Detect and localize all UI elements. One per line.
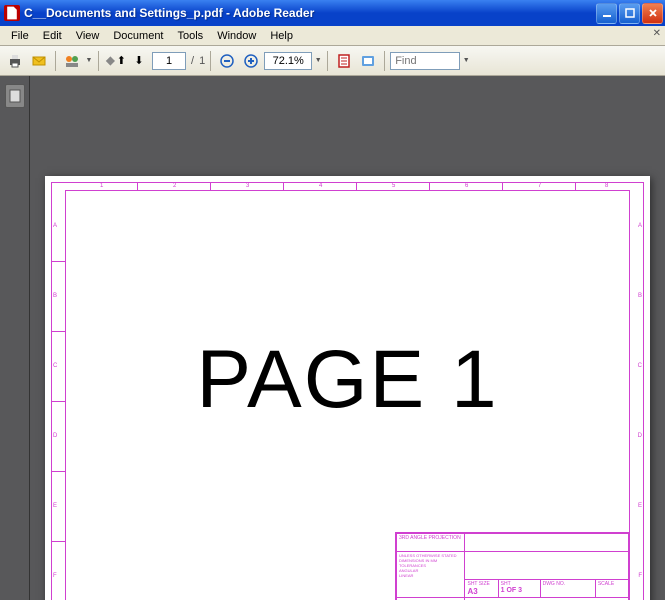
ruler-mark <box>502 182 503 190</box>
ruler-tick: F <box>638 573 642 579</box>
ruler-tick: 8 <box>605 183 608 189</box>
document-viewport[interactable]: PAGE 1 1 2 3 4 5 6 7 8 1 2 3 4 5 A B C D… <box>30 76 665 600</box>
ruler-mark <box>51 331 65 332</box>
ruler-tick: A <box>638 223 642 229</box>
ruler-tick: 6 <box>465 183 468 189</box>
page-separator: / <box>191 55 194 67</box>
ruler-tick: F <box>53 573 57 579</box>
minimize-button[interactable] <box>596 3 617 24</box>
ruler-mark <box>51 261 65 262</box>
reading-mode-button[interactable] <box>357 50 379 72</box>
ruler-mark <box>356 182 357 190</box>
ruler-tick: 2 <box>173 183 176 189</box>
menu-bar: File Edit View Document Tools Window Hel… <box>0 26 665 46</box>
window-title: C__Documents and Settings_p.pdf - Adobe … <box>24 6 596 20</box>
collab-dropdown-icon[interactable]: ▼ <box>85 57 93 64</box>
projection-cell: 3RD ANGLE PROJECTION <box>397 534 465 552</box>
menu-file[interactable]: File <box>4 28 36 44</box>
ruler-tick: 1 <box>100 183 103 189</box>
ruler-tick: 5 <box>392 183 395 189</box>
ruler-tick: E <box>638 503 642 509</box>
ruler-tick: C <box>638 363 642 369</box>
ruler-tick: A <box>53 223 57 229</box>
menu-edit[interactable]: Edit <box>36 28 69 44</box>
menu-tools[interactable]: Tools <box>171 28 211 44</box>
ruler-mark <box>283 182 284 190</box>
collab-button[interactable] <box>61 50 83 72</box>
toolbar: ▼ ⬆ ⬇ / 1 ▼ ▼ <box>0 46 665 76</box>
zoom-in-button[interactable] <box>240 50 262 72</box>
window-titlebar: C__Documents and Settings_p.pdf - Adobe … <box>0 0 665 26</box>
page-icon <box>9 89 21 103</box>
toolbar-separator <box>384 51 385 71</box>
zoom-input[interactable] <box>264 52 312 70</box>
nav-sidebar <box>0 76 30 600</box>
ruler-tick: 4 <box>319 183 322 189</box>
pdf-page: PAGE 1 1 2 3 4 5 6 7 8 1 2 3 4 5 A B C D… <box>45 176 650 600</box>
doc-close-icon[interactable]: ✕ <box>653 28 661 39</box>
menu-window[interactable]: Window <box>210 28 263 44</box>
page-number-input[interactable] <box>152 52 186 70</box>
find-dropdown-icon[interactable]: ▼ <box>462 57 470 64</box>
ruler-tick: B <box>638 293 642 299</box>
ruler-mark <box>51 471 65 472</box>
prev-page-button[interactable]: ⬆ <box>104 50 126 72</box>
app-icon <box>4 5 20 21</box>
page-heading-text: PAGE 1 <box>196 333 498 427</box>
menu-help[interactable]: Help <box>263 28 300 44</box>
ruler-mark <box>429 182 430 190</box>
drawing-title-block: 3RD ANGLE PROJECTION UNLESS OTHERWISE ST… <box>395 532 630 600</box>
ruler-tick: B <box>53 293 57 299</box>
ruler-tick: 3 <box>246 183 249 189</box>
maximize-button[interactable] <box>619 3 640 24</box>
ruler-mark <box>51 401 65 402</box>
email-button[interactable] <box>28 50 50 72</box>
ruler-tick: E <box>53 503 57 509</box>
fit-page-button[interactable] <box>333 50 355 72</box>
ruler-tick: D <box>53 433 57 439</box>
menu-document[interactable]: Document <box>106 28 170 44</box>
ruler-mark <box>575 182 576 190</box>
close-button[interactable] <box>642 3 663 24</box>
pages-panel-tab[interactable] <box>5 84 25 108</box>
ruler-mark <box>137 182 138 190</box>
ruler-mark <box>51 541 65 542</box>
content-area: PAGE 1 1 2 3 4 5 6 7 8 1 2 3 4 5 A B C D… <box>0 76 665 600</box>
toolbar-separator <box>210 51 211 71</box>
next-page-button[interactable]: ⬇ <box>128 50 150 72</box>
menu-view[interactable]: View <box>69 28 107 44</box>
ruler-tick: 7 <box>538 183 541 189</box>
toolbar-separator <box>98 51 99 71</box>
ruler-tick: D <box>638 433 642 439</box>
toolbar-separator <box>55 51 56 71</box>
print-button[interactable] <box>4 50 26 72</box>
ruler-mark <box>210 182 211 190</box>
zoom-out-button[interactable] <box>216 50 238 72</box>
page-total: 1 <box>199 55 205 67</box>
zoom-dropdown-icon[interactable]: ▼ <box>314 57 322 64</box>
find-input[interactable] <box>390 52 460 70</box>
ruler-tick: C <box>53 363 57 369</box>
toolbar-separator <box>327 51 328 71</box>
